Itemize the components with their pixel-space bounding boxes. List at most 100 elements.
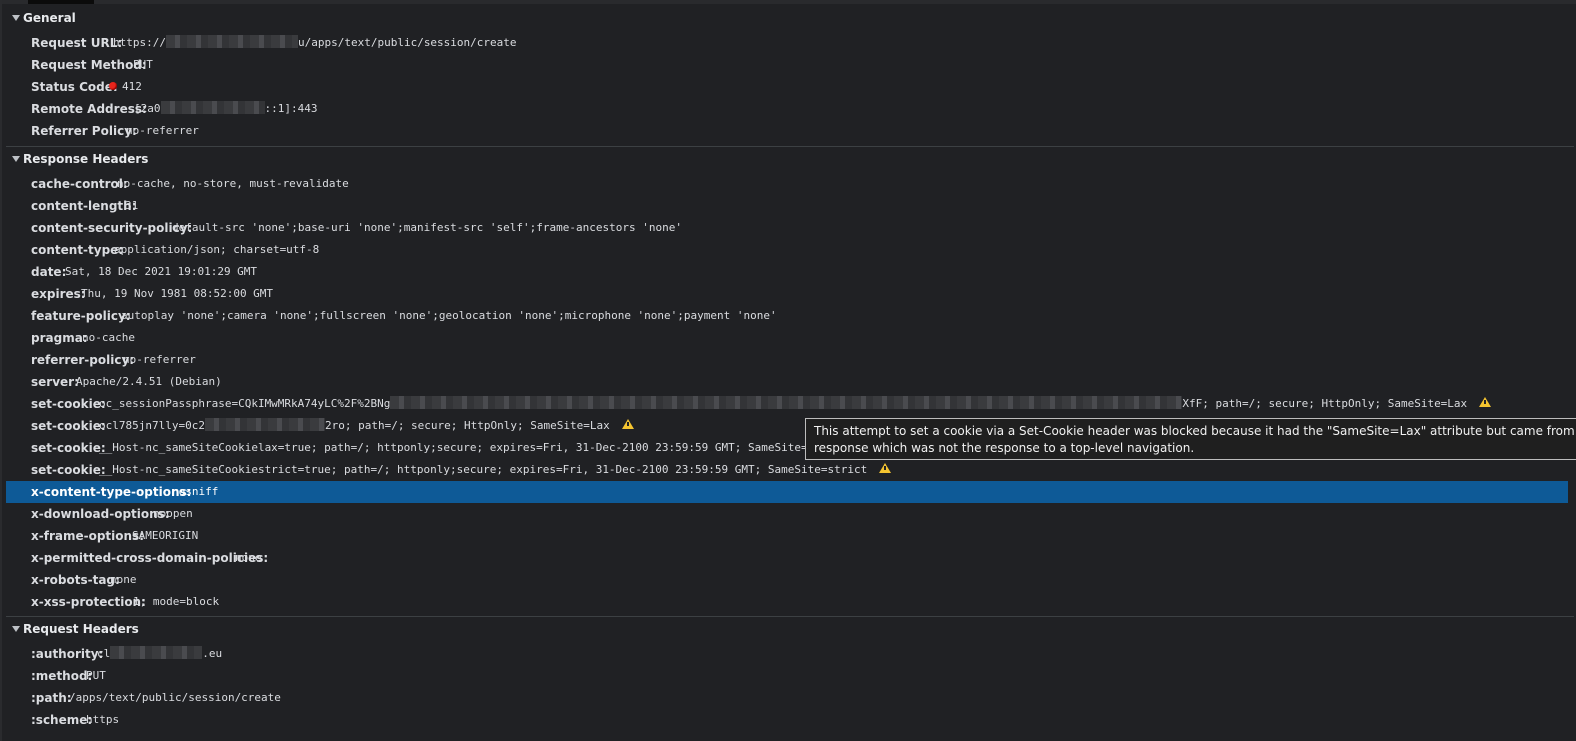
header-value[interactable]: SAMEORIGIN [132,525,198,547]
general-row-request-url[interactable]: Request URL: https://u/apps/text/public/… [6,32,1568,54]
header-key: Remote Address: [31,102,147,116]
header-value[interactable]: none [235,547,262,569]
header-key: :path: [31,691,72,705]
redacted-blur [165,35,298,48]
response-row-x-download-options[interactable]: x-download-options: noopen [6,503,1568,525]
header-key: x-download-options: [31,507,170,521]
header-value[interactable]: /apps/text/public/session/create [69,687,281,709]
header-value[interactable]: no-referrer [123,349,196,371]
header-value[interactable]: Thu, 19 Nov 1981 08:52:00 GMT [81,283,273,305]
header-key: date: [31,265,67,279]
header-key: x-frame-options: [31,529,144,543]
header-key: Request Method: [31,58,147,72]
header-key: :method: [31,669,93,683]
warning-triangle-icon[interactable] [879,463,892,473]
request-headers-title: Request Headers [23,622,139,636]
response-row-pragma[interactable]: pragma: no-cache [6,327,1568,349]
header-value[interactable]: https://u/apps/text/public/session/creat… [113,32,517,54]
header-value[interactable]: 1; mode=block [133,591,219,613]
response-row-content-length[interactable]: content-length: 31 [6,195,1568,217]
header-value[interactable]: 31 [125,195,138,217]
response-row-feature-policy[interactable]: feature-policy: autoplay 'none';camera '… [6,305,1568,327]
response-row-x-permitted-cross-domain-policies[interactable]: x-permitted-cross-domain-policies: none [6,547,1568,569]
header-key: set-cookie: [31,397,106,411]
header-value[interactable]: oc_sessionPassphrase=CQkIMwMRkA74yLC%2F%… [99,393,1492,415]
general-row-referrer-policy[interactable]: Referrer Policy: no-referrer [6,120,1568,142]
response-row-date[interactable]: date: Sat, 18 Dec 2021 19:01:29 GMT [6,261,1568,283]
header-key: :authority: [31,647,104,661]
request-row-scheme[interactable]: :scheme: https [6,709,1568,731]
response-row-set-cookie[interactable]: set-cookie: __Host-nc_sameSiteCookiestri… [6,459,1568,481]
triangle-down-icon [12,156,20,162]
request-headers-section-header[interactable]: Request Headers [6,618,139,640]
header-key: content-length: [31,199,137,213]
request-row-method[interactable]: :method: PUT [6,665,1568,687]
header-key: Status Code: [31,80,118,94]
response-headers-section-header[interactable]: Response Headers [6,148,148,170]
header-key: content-type: [31,243,124,257]
tooltip-line-2: response which was not the response to a… [814,441,1195,455]
request-row-path[interactable]: :path: /apps/text/public/session/create [6,687,1568,709]
header-key: x-content-type-options: [31,485,192,499]
header-value[interactable]: cl .eu [97,643,222,665]
warning-triangle-icon[interactable] [621,419,634,429]
response-row-cache-control[interactable]: cache-control: no-cache, no-store, must-… [6,173,1568,195]
header-key: :scheme: [31,713,93,727]
cookie-blocked-tooltip: This attempt to set a cookie via a Set-C… [805,418,1576,460]
response-row-x-xss-protection[interactable]: x-xss-protection: 1; mode=block [6,591,1568,613]
section-divider [6,616,1574,617]
header-value[interactable]: none [110,569,137,591]
general-row-remote-address[interactable]: Remote Address: [2a0::1]:443 [6,98,1568,120]
response-row-content-security-policy[interactable]: content-security-policy: default-src 'no… [6,217,1568,239]
warning-triangle-icon[interactable] [1479,397,1492,407]
header-key: cache-control: [31,177,128,191]
header-key: x-xss-protection: [31,595,146,609]
response-row-x-frame-options[interactable]: x-frame-options: SAMEORIGIN [6,525,1568,547]
header-value[interactable]: noopen [153,503,193,525]
left-panel-edge [0,0,2,741]
header-key: Referrer Policy: [31,124,137,138]
response-row-x-content-type-options[interactable]: x-content-type-options: nosniff [6,481,1568,503]
header-value[interactable]: no-referrer [126,120,199,142]
header-key: content-security-policy: [31,221,193,235]
header-value[interactable]: nosniff [172,481,218,503]
header-key: Request URL: [31,36,123,50]
header-value[interactable]: __Host-nc_sameSiteCookielax=true; path=/… [99,437,827,459]
response-row-x-robots-tag[interactable]: x-robots-tag: none [6,569,1568,591]
response-row-server[interactable]: server: Apache/2.4.51 (Debian) [6,371,1568,393]
general-title: General [23,11,76,25]
status-error-dot-icon [109,82,117,90]
response-row-set-cookie[interactable]: set-cookie: oc_sessionPassphrase=CQkIMwM… [6,393,1568,415]
header-value[interactable]: application/json; charset=utf-8 [114,239,319,261]
response-row-expires[interactable]: expires: Thu, 19 Nov 1981 08:52:00 GMT [6,283,1568,305]
tooltip-line-1: This attempt to set a cookie via a Set-C… [814,424,1576,438]
general-row-status-code[interactable]: Status Code: 412 [6,76,1568,98]
header-value[interactable]: no-cache [82,327,135,349]
general-section-header[interactable]: General [6,7,76,29]
header-value[interactable]: Sat, 18 Dec 2021 19:01:29 GMT [65,261,257,283]
header-value[interactable]: Apache/2.4.51 (Debian) [76,371,222,393]
header-value[interactable]: __Host-nc_sameSiteCookiestrict=true; pat… [99,459,892,481]
header-value[interactable]: [2a0::1]:443 [134,98,317,120]
headers-panel: General Request URL: https://u/apps/text… [6,4,1574,741]
section-divider [6,146,1574,147]
request-row-authority[interactable]: :authority: cl .eu [6,643,1568,665]
header-value[interactable]: https [86,709,119,731]
header-key: x-robots-tag: [31,573,120,587]
response-row-content-type[interactable]: content-type: application/json; charset=… [6,239,1568,261]
header-key: set-cookie: [31,419,106,433]
header-value[interactable]: PUT [86,665,106,687]
header-value[interactable]: default-src 'none';base-uri 'none';manif… [172,217,682,239]
general-row-request-method[interactable]: Request Method: PUT [6,54,1568,76]
header-value[interactable]: ocl785jn7lly=0c2 2ro; path=/; secure; Htt… [99,415,634,437]
header-key: expires: [31,287,86,301]
header-value[interactable]: PUT [133,54,153,76]
header-value[interactable]: 412 [109,76,142,98]
header-key: set-cookie: [31,463,106,477]
header-value[interactable]: no-cache, no-store, must-revalidate [117,173,349,195]
header-key: server: [31,375,79,389]
redacted-blur [110,646,203,659]
header-value[interactable]: autoplay 'none';camera 'none';fullscreen… [121,305,777,327]
response-row-referrer-policy[interactable]: referrer-policy: no-referrer [6,349,1568,371]
header-key: referrer-policy: [31,353,135,367]
